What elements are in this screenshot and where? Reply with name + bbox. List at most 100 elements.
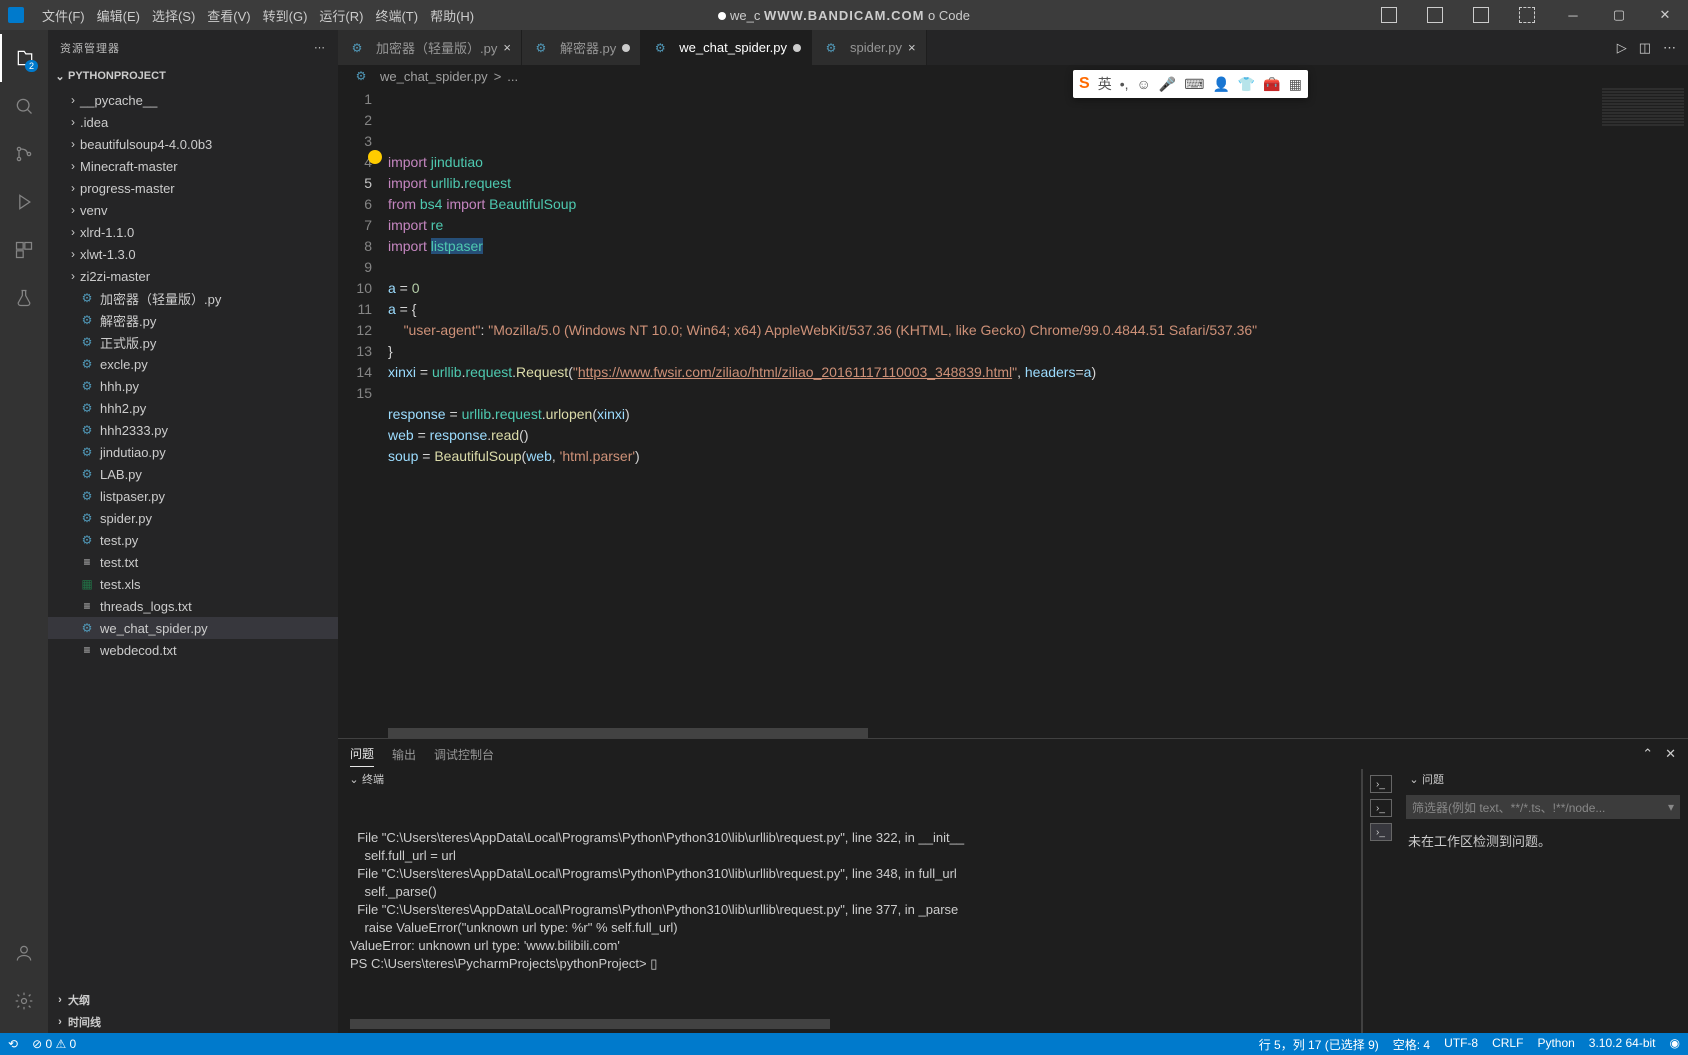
panel-close-icon[interactable]: ✕ — [1665, 746, 1676, 762]
status-item[interactable]: 空格: 4 — [1393, 1036, 1430, 1053]
tree-item[interactable]: ⚙正式版.py — [48, 331, 338, 353]
panel-tab-output[interactable]: 输出 — [392, 742, 416, 767]
code-content[interactable]: import jindutiaoimport urllib.requestfro… — [388, 87, 1688, 738]
run-debug-icon[interactable] — [0, 178, 48, 226]
tree-item[interactable]: ›zi2zi-master — [48, 265, 338, 287]
tree-item[interactable]: ›xlrd-1.1.0 — [48, 221, 338, 243]
ime-lang[interactable]: 英 — [1098, 74, 1112, 94]
ime-keyboard-icon[interactable]: ⌨ — [1184, 76, 1204, 93]
ime-grid-icon[interactable]: ▦ — [1289, 76, 1302, 93]
menu-文件(F)[interactable]: 文件(F) — [36, 5, 91, 28]
tree-item[interactable]: ⚙解密器.py — [48, 309, 338, 331]
tree-item[interactable]: ⚙hhh2.py — [48, 397, 338, 419]
terminal-instance-3[interactable]: ›_ — [1370, 823, 1392, 841]
status-item[interactable]: 行 5，列 17 (已选择 9) — [1259, 1036, 1379, 1053]
menu-查看(V)[interactable]: 查看(V) — [201, 5, 256, 28]
panel-maximize-icon[interactable]: ⌃ — [1642, 746, 1653, 762]
menu-转到(G)[interactable]: 转到(G) — [257, 5, 314, 28]
editor-horizontal-scrollbar[interactable] — [388, 728, 1688, 738]
split-editor-icon[interactable]: ◫ — [1639, 40, 1651, 56]
status-item[interactable]: 3.10.2 64-bit — [1589, 1036, 1656, 1053]
sidebar-more-icon[interactable]: ⋯ — [314, 41, 326, 54]
explorer-icon[interactable]: 2 — [0, 34, 48, 82]
problems-filter-input[interactable]: 筛选器(例如 text、**/*.ts、!**/node... ▾ — [1406, 795, 1680, 819]
terminal-instance-1[interactable]: ›_ — [1370, 775, 1392, 793]
project-header[interactable]: ⌄ PYTHONPROJECT — [48, 65, 338, 87]
menu-运行(R)[interactable]: 运行(R) — [313, 5, 369, 28]
menu-选择(S)[interactable]: 选择(S) — [146, 5, 201, 28]
close-tab-icon[interactable]: × — [503, 40, 511, 55]
accounts-icon[interactable] — [0, 929, 48, 977]
tree-item[interactable]: ≡webdecod.txt — [48, 639, 338, 661]
menu-编辑(E)[interactable]: 编辑(E) — [91, 5, 146, 28]
tree-item[interactable]: ›xlwt-1.3.0 — [48, 243, 338, 265]
settings-gear-icon[interactable] — [0, 977, 48, 1025]
terminal-horizontal-scrollbar[interactable] — [350, 1019, 830, 1029]
terminal-content[interactable]: File "C:\Users\teres\AppData\Local\Progr… — [338, 789, 1361, 1033]
panel-tab-debug[interactable]: 调试控制台 — [434, 742, 494, 767]
ime-voice-icon[interactable]: 🎤 — [1159, 76, 1176, 93]
layout-toggle-right-icon[interactable] — [1458, 0, 1504, 30]
lightbulb-icon[interactable] — [368, 150, 382, 164]
minimap[interactable] — [1598, 87, 1688, 738]
tree-item[interactable]: ⚙excle.py — [48, 353, 338, 375]
ime-punct-icon[interactable]: •, — [1120, 76, 1129, 92]
tree-item[interactable]: ⚙listpaser.py — [48, 485, 338, 507]
status-errors[interactable]: ⊘ 0 ⚠ 0 — [32, 1037, 76, 1051]
source-control-icon[interactable] — [0, 130, 48, 178]
layout-customize-icon[interactable] — [1504, 0, 1550, 30]
ime-skin-icon[interactable]: 👕 — [1238, 76, 1255, 93]
tree-item[interactable]: ›Minecraft-master — [48, 155, 338, 177]
ime-toolbox-icon[interactable]: 🧰 — [1263, 76, 1280, 93]
outline-header[interactable]: › 大纲 — [48, 989, 338, 1011]
breadcrumb[interactable]: ⚙ we_chat_spider.py > ... — [338, 65, 1688, 87]
close-button[interactable]: ✕ — [1642, 0, 1688, 30]
remote-indicator[interactable]: ⟲ — [8, 1037, 18, 1051]
problems-section-header[interactable]: ⌄ 问题 — [1398, 769, 1688, 789]
timeline-header[interactable]: › 时间线 — [48, 1011, 338, 1033]
editor-tab[interactable]: ⚙we_chat_spider.py — [641, 30, 812, 65]
editor-tab[interactable]: ⚙解密器.py — [522, 30, 641, 65]
tree-item[interactable]: ›.idea — [48, 111, 338, 133]
ime-emoji-icon[interactable]: ☺ — [1137, 76, 1151, 92]
ime-toolbar[interactable]: S 英 •, ☺ 🎤 ⌨ 👤 👕 🧰 ▦ — [1073, 70, 1308, 98]
minimize-button[interactable]: ─ — [1550, 0, 1596, 30]
terminal-instance-2[interactable]: ›_ — [1370, 799, 1392, 817]
menu-帮助(H)[interactable]: 帮助(H) — [424, 5, 480, 28]
tree-item[interactable]: ⚙加密器（轻量版）.py — [48, 287, 338, 309]
more-actions-icon[interactable]: ⋯ — [1663, 40, 1676, 56]
editor-tab[interactable]: ⚙spider.py× — [812, 30, 927, 65]
tree-item[interactable]: ›__pycache__ — [48, 89, 338, 111]
editor-tab[interactable]: ⚙加密器（轻量版）.py× — [338, 30, 522, 65]
tree-item[interactable]: ≡threads_logs.txt — [48, 595, 338, 617]
tree-item[interactable]: ⚙hhh.py — [48, 375, 338, 397]
tree-item[interactable]: ›beautifulsoup4-4.0.0b3 — [48, 133, 338, 155]
tree-item[interactable]: ⚙jindutiao.py — [48, 441, 338, 463]
maximize-button[interactable]: ▢ — [1596, 0, 1642, 30]
status-item[interactable]: Python — [1537, 1036, 1574, 1053]
run-icon[interactable]: ▷ — [1617, 40, 1627, 56]
close-tab-icon[interactable]: × — [908, 40, 916, 55]
menu-终端(T)[interactable]: 终端(T) — [369, 5, 424, 28]
testing-icon[interactable] — [0, 274, 48, 322]
terminal-section-header[interactable]: ⌄ 终端 — [338, 769, 1361, 789]
tree-item[interactable]: ⚙we_chat_spider.py — [48, 617, 338, 639]
status-item[interactable]: CRLF — [1492, 1036, 1523, 1053]
tree-item[interactable]: ⚙spider.py — [48, 507, 338, 529]
ime-person-icon[interactable]: 👤 — [1212, 76, 1229, 93]
tree-item[interactable]: ›venv — [48, 199, 338, 221]
panel-tab-problems[interactable]: 问题 — [350, 741, 374, 767]
tree-item[interactable]: ≡test.txt — [48, 551, 338, 573]
extensions-icon[interactable] — [0, 226, 48, 274]
tree-item[interactable]: ▦test.xls — [48, 573, 338, 595]
status-item[interactable]: ◉ — [1670, 1036, 1680, 1053]
filter-icon[interactable]: ▾ — [1668, 800, 1674, 814]
layout-toggle-bottom-icon[interactable] — [1412, 0, 1458, 30]
tree-item[interactable]: ⚙test.py — [48, 529, 338, 551]
tree-item[interactable]: ⚙LAB.py — [48, 463, 338, 485]
tree-item[interactable]: ›progress-master — [48, 177, 338, 199]
layout-toggle-left-icon[interactable] — [1366, 0, 1412, 30]
tree-item[interactable]: ⚙hhh2333.py — [48, 419, 338, 441]
status-item[interactable]: UTF-8 — [1444, 1036, 1478, 1053]
editor-body[interactable]: 123456789101112131415 import jindutiaoim… — [338, 87, 1688, 738]
